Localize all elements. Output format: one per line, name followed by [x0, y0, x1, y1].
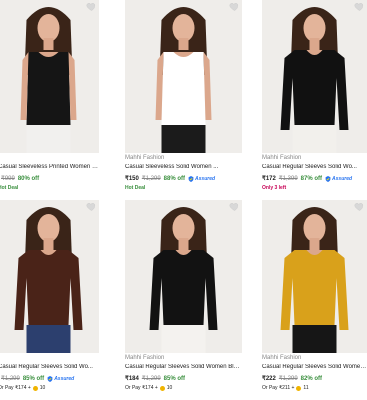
product-image-frame[interactable] [0, 200, 99, 353]
product-discount: 85% off [22, 375, 45, 382]
product-image-frame[interactable] [0, 0, 99, 153]
wishlist-heart-icon[interactable] [229, 201, 240, 212]
product-card[interactable]: Casual Regular Sleeves Solid Wo... ₹1,29… [0, 200, 99, 400]
coin-count: 10 [166, 385, 173, 391]
supercoin-icon [159, 385, 165, 391]
wishlist-heart-icon[interactable] [86, 201, 97, 212]
product-title[interactable]: Casual Regular Sleeves Solid Women Yello… [262, 364, 367, 370]
product-mrp: ₹1,299 [1, 376, 20, 382]
wishlist-heart-icon[interactable] [86, 1, 97, 12]
deal-tag: Only 3 left [262, 185, 287, 191]
product-brand: Mahhi Fashion [125, 155, 165, 161]
product-image[interactable] [125, 200, 242, 353]
wishlist-heart-icon[interactable] [354, 1, 365, 12]
product-title[interactable]: Casual Regular Sleeves Solid Wo... [0, 364, 99, 370]
product-discount: 85% off [163, 375, 186, 382]
coin-count: 10 [39, 385, 46, 391]
product-image[interactable] [262, 0, 367, 153]
product-brand: Mahhi Fashion [262, 155, 302, 161]
price-row: ₹1,299 85% off Assured [0, 375, 74, 382]
supercoin-icon [32, 385, 38, 391]
product-card[interactable]: Mahhi Fashion Casual Regular Sleeves Soli… [125, 200, 242, 400]
product-mrp: ₹1,299 [278, 376, 298, 382]
product-price: ₹184 [125, 376, 139, 382]
product-title[interactable]: Casual Regular Sleeves Solid Wo... [262, 164, 367, 170]
product-price: ₹172 [262, 176, 276, 182]
supercoin-pay-row: Or Pay ₹211 + 11 [262, 385, 309, 391]
pay-text: Or Pay ₹211 + [262, 385, 295, 391]
product-discount: 87% off [300, 175, 323, 182]
price-row: ₹222 ₹1,299 82% off [262, 375, 323, 383]
supercoin-pay-row: Or Pay ₹174 + 10 [0, 385, 45, 391]
assured-shield-icon [188, 175, 194, 182]
price-row: ₹999 80% off [0, 175, 40, 183]
product-image[interactable] [125, 0, 242, 153]
product-brand: Mahhi Fashion [262, 355, 302, 361]
product-image-frame[interactable] [125, 200, 242, 353]
coin-count: 11 [303, 385, 309, 391]
assured-badge: Assured [325, 175, 352, 182]
assured-badge: Assured [188, 175, 215, 182]
product-card[interactable]: Mahhi Fashion Casual Regular Sleeves Soli… [262, 200, 367, 400]
product-price: ₹150 [125, 176, 139, 182]
product-mrp: ₹1,299 [141, 176, 161, 182]
supercoin-icon [296, 385, 302, 391]
deal-tag: Hot Deal [0, 185, 19, 191]
product-title[interactable]: Casual Sleeveless Solid Women ... [125, 164, 242, 170]
price-row: ₹172 ₹1,399 87% off Assured [262, 175, 352, 182]
product-mrp: ₹1,299 [141, 376, 161, 382]
deal-tag: Hot Deal [125, 185, 146, 191]
pay-text: Or Pay ₹174 + [125, 385, 158, 391]
product-discount: 88% off [163, 175, 186, 182]
product-card[interactable]: Mahhi Fashion Casual Regular Sleeves Soli… [262, 0, 367, 200]
product-brand: Mahhi Fashion [125, 355, 165, 361]
product-image-frame[interactable] [125, 0, 242, 153]
supercoin-pay-row: Or Pay ₹174 + 10 [125, 385, 172, 391]
product-image[interactable] [262, 200, 367, 353]
product-card[interactable]: Mahhi Fashion Casual Sleeveless Solid Wom… [125, 0, 242, 200]
wishlist-heart-icon[interactable] [354, 201, 365, 212]
product-discount: 80% off [17, 175, 40, 182]
product-title[interactable]: Casual Regular Sleeves Solid Women Black… [125, 364, 242, 370]
product-card[interactable]: Casual Sleeveless Printed Women Black To… [0, 0, 99, 200]
wishlist-heart-icon[interactable] [229, 1, 240, 12]
product-price: ₹222 [262, 376, 276, 382]
product-image[interactable] [0, 200, 99, 353]
product-mrp: ₹999 [1, 176, 15, 182]
product-image[interactable] [0, 0, 99, 153]
assured-badge: Assured [47, 375, 74, 382]
price-row: ₹184 ₹1,299 85% off [125, 375, 186, 383]
assured-shield-icon [325, 175, 331, 182]
product-mrp: ₹1,399 [278, 176, 298, 182]
pay-text: Or Pay ₹174 + [0, 385, 31, 391]
product-discount: 82% off [300, 375, 323, 382]
assured-shield-icon [47, 375, 53, 382]
product-title[interactable]: Casual Sleeveless Printed Women Black To… [0, 164, 99, 170]
product-image-frame[interactable] [262, 200, 367, 353]
price-row: ₹150 ₹1,299 88% off Assured [125, 175, 215, 182]
product-image-frame[interactable] [262, 0, 367, 153]
product-grid: Casual Sleeveless Printed Women Black To… [0, 0, 367, 400]
